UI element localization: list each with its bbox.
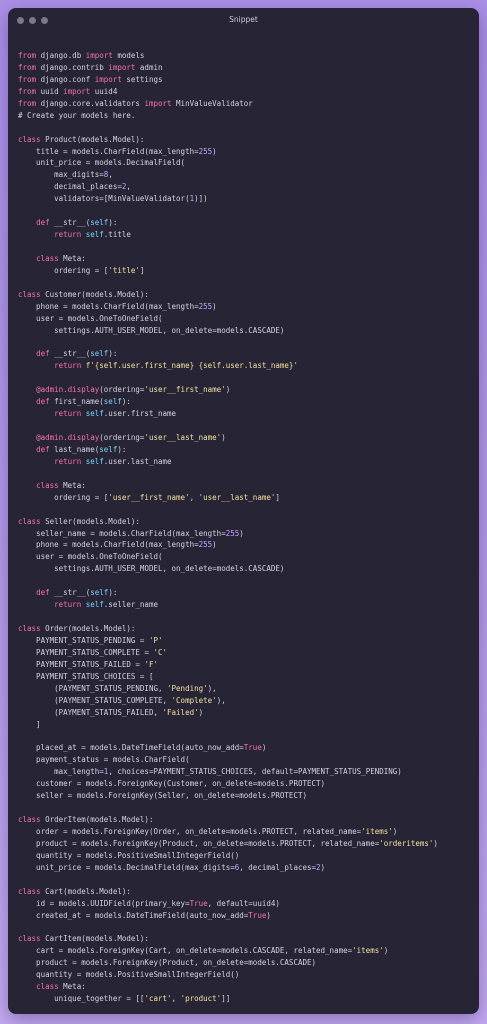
code-line: class OrderItem(models.Model): bbox=[18, 815, 154, 824]
title-bar: Snippet bbox=[8, 8, 479, 34]
window-title: Snippet bbox=[229, 15, 258, 24]
code-line: decimal_places=2, bbox=[18, 182, 131, 192]
code-line: class Seller(models.Model): bbox=[18, 516, 140, 526]
code-line: def last_name(self): bbox=[36, 444, 127, 454]
code-line: return self.user.last_name bbox=[54, 456, 172, 466]
code-line: class Customer(models.Model): bbox=[18, 289, 149, 299]
code-line: customer = models.ForeignKey(Customer, o… bbox=[18, 779, 326, 789]
code-line: @admin.display(ordering='user__first_nam… bbox=[36, 385, 231, 395]
code-line: from django.db import models bbox=[18, 51, 145, 60]
code-line: from django.conf import settings bbox=[18, 74, 163, 84]
code-line: seller = models.ForeignKey(Seller, on_de… bbox=[18, 791, 307, 801]
code-line: def __str__(self): bbox=[36, 349, 118, 359]
code-line: product = models.ForeignKey(Product, on_… bbox=[18, 958, 317, 968]
code-line: unit_price = models.DecimalField( bbox=[18, 158, 186, 168]
code-line: class Meta: bbox=[36, 982, 86, 992]
code-line: (PAYMENT_STATUS_COMPLETE, 'Complete'), bbox=[18, 695, 226, 705]
code-line: def __str__(self): bbox=[36, 218, 118, 228]
code-line: id = models.UUIDField(primary_key=True, … bbox=[18, 898, 280, 908]
code-line: ordering = ['title'] bbox=[18, 265, 145, 275]
code-line: class Meta: bbox=[36, 253, 86, 263]
code-line: class Order(models.Model): bbox=[18, 624, 136, 633]
code-line: user = models.OneToOneField( bbox=[18, 313, 163, 323]
code-line: settings.AUTH_USER_MODEL, on_delete=mode… bbox=[18, 564, 285, 574]
code-line: from django.core.validators import MinVa… bbox=[18, 98, 253, 108]
code-line: order = models.ForeignKey(Order, on_dele… bbox=[18, 826, 398, 836]
code-line: cart = models.ForeignKey(Cart, on_delete… bbox=[18, 946, 389, 956]
code-line: placed_at = models.DateTimeField(auto_no… bbox=[18, 743, 267, 753]
code-line: max_digits=8, bbox=[18, 170, 113, 180]
code-line: class Meta: bbox=[36, 480, 86, 490]
code-line: product = models.ForeignKey(Product, on_… bbox=[18, 838, 438, 848]
code-line: payment_status = models.CharField( bbox=[18, 755, 190, 765]
code-line: PAYMENT_STATUS_FAILED = 'F' bbox=[18, 659, 158, 669]
code-line: quantity = models.PositiveSmallIntegerFi… bbox=[18, 850, 240, 860]
code-line: return f'{self.user.first_name} {self.us… bbox=[54, 361, 298, 371]
code-line: created_at = models.DateTimeField(auto_n… bbox=[18, 910, 271, 920]
code-line: phone = models.CharField(max_length=255) bbox=[18, 301, 217, 311]
code-line: (PAYMENT_STATUS_FAILED, 'Failed') bbox=[18, 707, 204, 717]
code-line: ordering = ['user__first_name', 'user__l… bbox=[18, 492, 280, 502]
code-line: def __str__(self): bbox=[36, 588, 118, 598]
code-line: seller_name = models.CharField(max_lengt… bbox=[18, 528, 244, 538]
code-line: max_length=1, choices=PAYMENT_STATUS_CHO… bbox=[18, 767, 402, 777]
code-line: return self.seller_name bbox=[54, 600, 158, 610]
code-line: PAYMENT_STATUS_PENDING = 'P' bbox=[18, 635, 163, 645]
code-line: settings.AUTH_USER_MODEL, on_delete=mode… bbox=[18, 325, 285, 335]
code-block: from django.db import models from django.… bbox=[18, 50, 473, 1005]
code-line: class CartItem(models.Model): bbox=[18, 934, 149, 944]
code-line: PAYMENT_STATUS_CHOICES = [ bbox=[18, 671, 154, 681]
code-line: title = models.CharField(max_length=255) bbox=[18, 146, 217, 156]
code-line: return self.user.first_name bbox=[54, 409, 177, 419]
code-line: # Create your models here. bbox=[18, 110, 136, 120]
code-line: unique_together = [['cart', 'product']] bbox=[18, 994, 231, 1004]
snippet-window: Snippet from django.db import models from… bbox=[8, 8, 479, 1014]
code-line: @admin.display(ordering='user__last_name… bbox=[36, 433, 226, 442]
code-line: def first_name(self): bbox=[36, 397, 131, 407]
code-line: PAYMENT_STATUS_COMPLETE = 'C' bbox=[18, 647, 168, 657]
code-line: from django.contrib import admin bbox=[18, 62, 163, 72]
code-line: class Product(models.Model): bbox=[18, 134, 145, 144]
code-line: user = models.OneToOneField( bbox=[18, 552, 163, 562]
code-line: validators=[MinValueValidator(1)]) bbox=[18, 194, 208, 204]
code-line: quantity = models.PositiveSmallIntegerFi… bbox=[18, 970, 240, 980]
code-line: unit_price = models.DecimalField(max_dig… bbox=[18, 862, 326, 872]
code-line: return self.title bbox=[54, 230, 131, 240]
code-line: class Cart(models.Model): bbox=[18, 886, 131, 896]
code-line: ] bbox=[18, 719, 41, 729]
code-line: (PAYMENT_STATUS_PENDING, 'Pending'), bbox=[18, 683, 217, 693]
code-line: phone = models.CharField(max_length=255) bbox=[18, 540, 217, 550]
code-line: from uuid import uuid4 bbox=[18, 86, 118, 96]
